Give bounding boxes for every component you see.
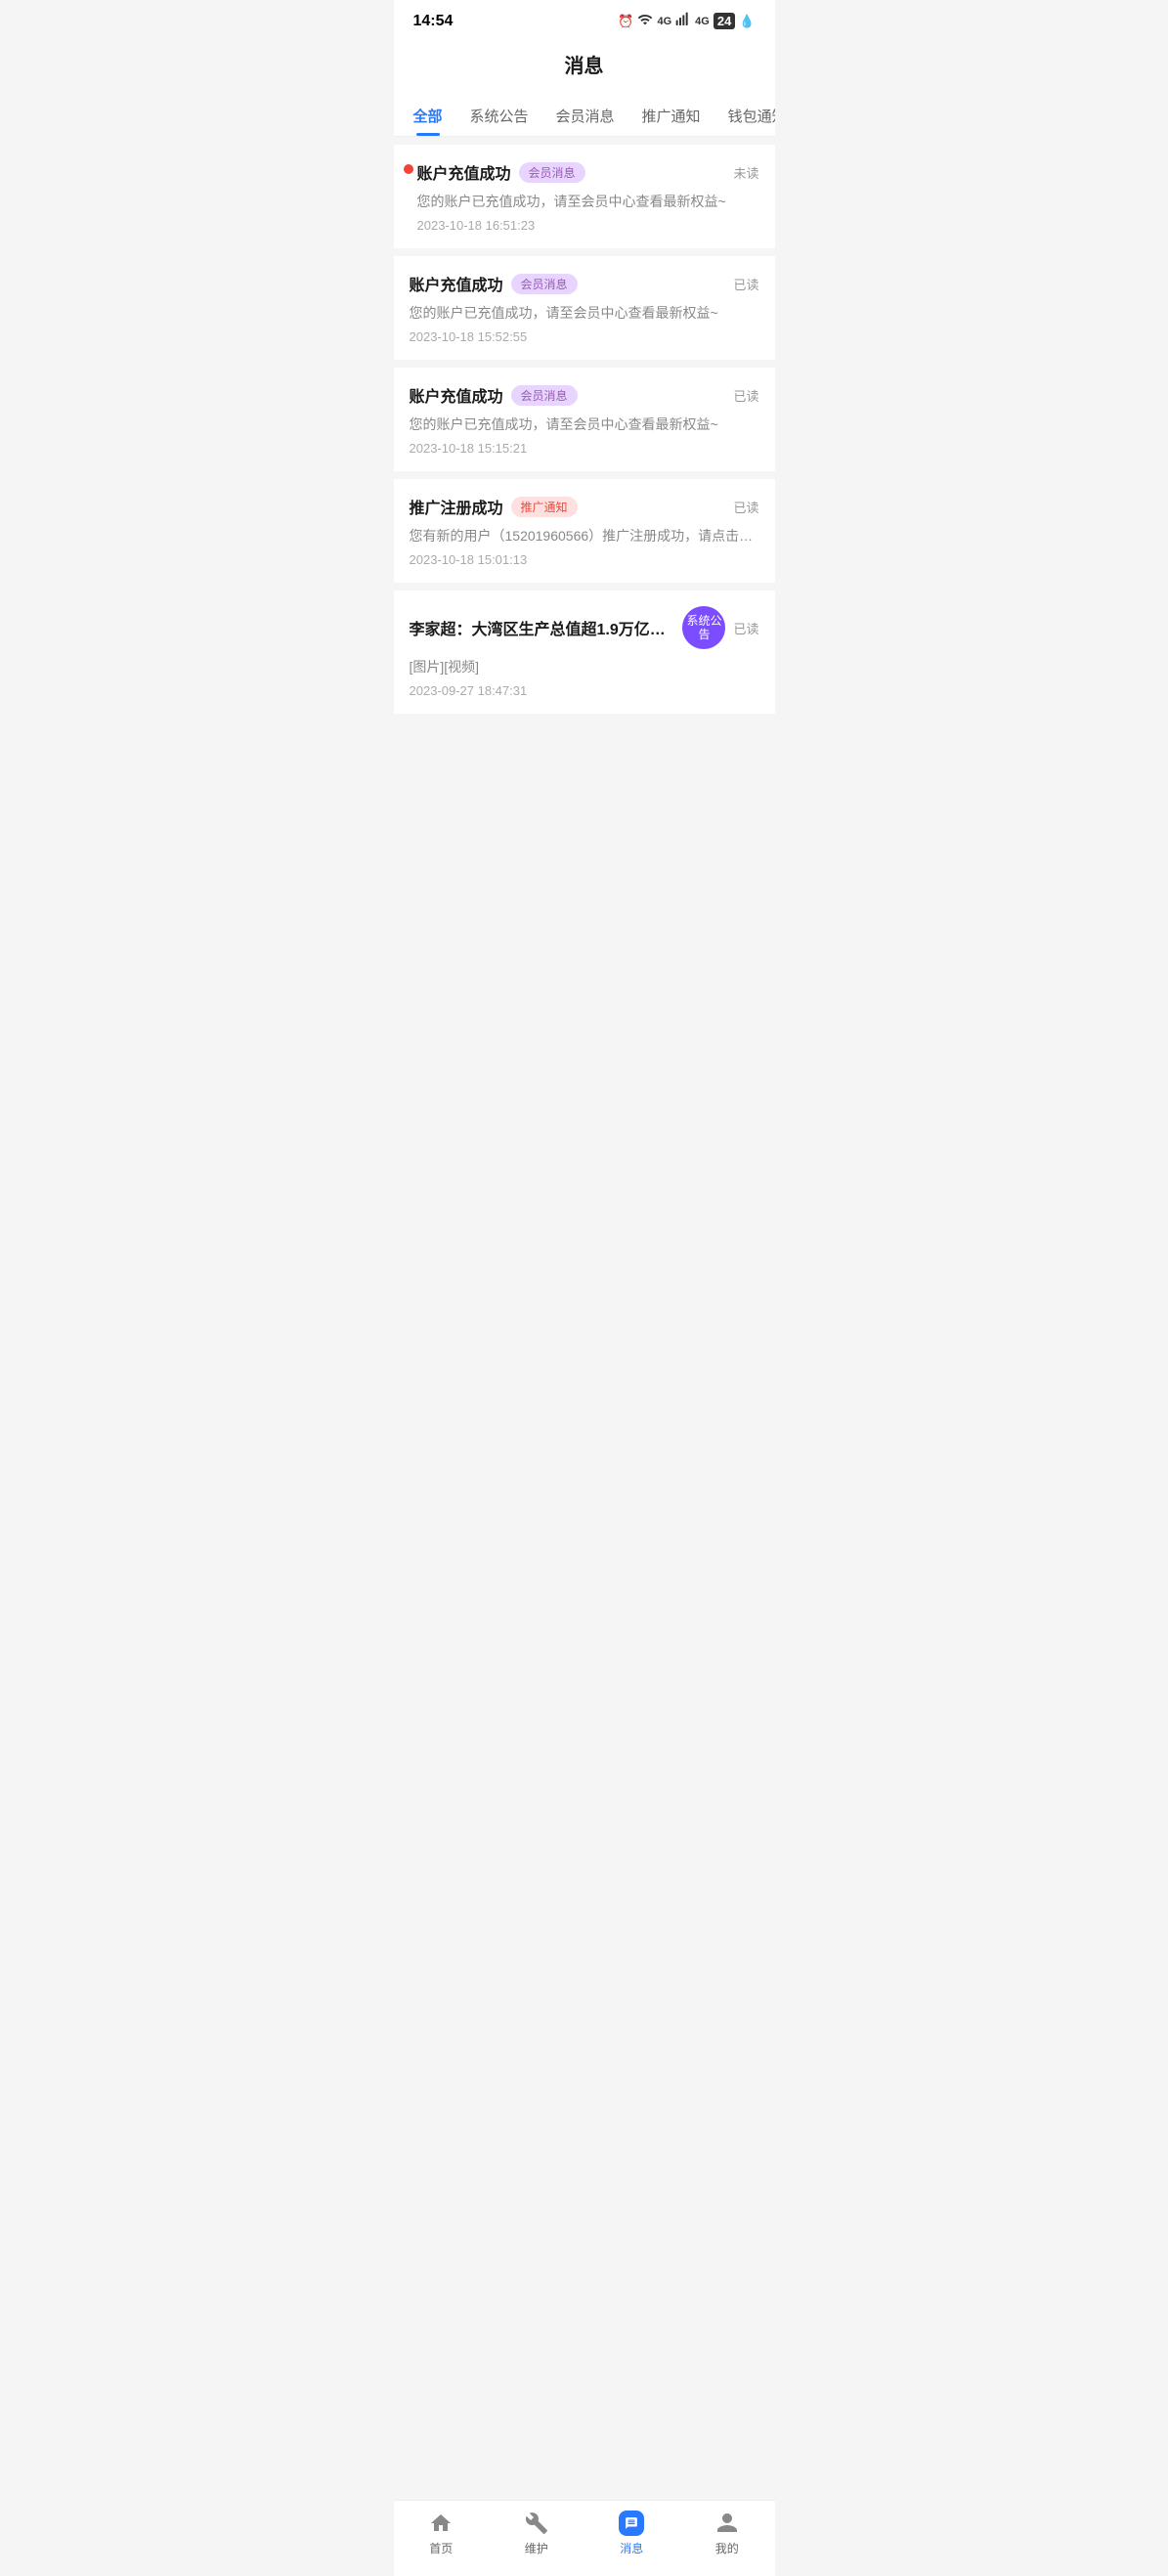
message-time: 2023-10-18 15:01:13 bbox=[410, 552, 759, 567]
home-icon bbox=[428, 2511, 454, 2536]
nav-mine-label: 我的 bbox=[715, 2540, 739, 2556]
message-time: 2023-09-27 18:47:31 bbox=[410, 683, 759, 698]
nav-message-label: 消息 bbox=[620, 2540, 643, 2556]
drop-icon: 💧 bbox=[739, 14, 755, 29]
message-list: 账户充值成功 会员消息 未读 您的账户已充值成功，请至会员中心查看最新权益~ 2… bbox=[394, 145, 775, 714]
read-status: 未读 bbox=[733, 163, 758, 182]
message-title-row: 账户充值成功 会员消息 bbox=[410, 272, 734, 295]
message-title: 账户充值成功 bbox=[410, 383, 503, 407]
message-header: 推广注册成功 推广通知 已读 bbox=[410, 495, 759, 518]
unread-dot bbox=[404, 164, 413, 174]
message-time: 2023-10-18 15:15:21 bbox=[410, 441, 759, 456]
signal-4g-1: 4G bbox=[657, 16, 671, 27]
message-title: 账户充值成功 bbox=[410, 272, 503, 295]
status-icons: ⏰ 4G 4G 24 💧 bbox=[618, 12, 755, 30]
signal-bars bbox=[675, 12, 691, 30]
read-status: 已读 bbox=[733, 498, 758, 516]
message-title-row: 账户充值成功 会员消息 bbox=[410, 383, 734, 407]
user-icon bbox=[714, 2511, 740, 2536]
status-bar: 14:54 ⏰ 4G 4G 24 💧 bbox=[394, 0, 775, 38]
nav-mine[interactable]: 我的 bbox=[698, 2511, 757, 2556]
alarm-icon: ⏰ bbox=[618, 14, 633, 29]
nav-maintenance[interactable]: 维护 bbox=[507, 2511, 566, 2556]
message-item[interactable]: 账户充值成功 会员消息 已读 您的账户已充值成功，请至会员中心查看最新权益~ 2… bbox=[394, 368, 775, 471]
message-body: 您的账户已充值成功，请至会员中心查看最新权益~ bbox=[417, 192, 759, 212]
tab-promo[interactable]: 推广通知 bbox=[638, 94, 705, 136]
message-tag: 会员消息 bbox=[511, 274, 578, 294]
battery-indicator: 24 bbox=[714, 13, 735, 29]
message-time: 2023-10-18 15:52:55 bbox=[410, 329, 759, 344]
message-title: 李家超：大湾区生产总值超1.9万亿… bbox=[410, 616, 666, 639]
message-header: 账户充值成功 会员消息 已读 bbox=[410, 272, 759, 295]
signal-4g-2: 4G bbox=[695, 16, 710, 27]
message-title-row: 推广注册成功 推广通知 bbox=[410, 495, 734, 518]
tab-member[interactable]: 会员消息 bbox=[552, 94, 619, 136]
message-header: 账户充值成功 会员消息 未读 bbox=[417, 160, 759, 184]
system-tag: 系统公告 bbox=[682, 606, 725, 649]
message-body: [图片][视频] bbox=[410, 657, 759, 677]
message-title: 推广注册成功 bbox=[410, 495, 503, 518]
read-status: 已读 bbox=[733, 619, 758, 637]
message-item[interactable]: 账户充值成功 会员消息 未读 您的账户已充值成功，请至会员中心查看最新权益~ 2… bbox=[394, 145, 775, 248]
message-tag: 会员消息 bbox=[519, 162, 585, 183]
message-header: 账户充值成功 会员消息 已读 bbox=[410, 383, 759, 407]
tab-system[interactable]: 系统公告 bbox=[466, 94, 533, 136]
wrench-icon bbox=[524, 2511, 549, 2536]
nav-message[interactable]: 消息 bbox=[602, 2511, 661, 2556]
tab-all[interactable]: 全部 bbox=[410, 94, 447, 136]
bottom-navigation: 首页 维护 消息 我的 bbox=[394, 2500, 775, 2576]
read-status: 已读 bbox=[733, 386, 758, 405]
message-tag: 会员消息 bbox=[511, 385, 578, 406]
message-item[interactable]: 账户充值成功 会员消息 已读 您的账户已充值成功，请至会员中心查看最新权益~ 2… bbox=[394, 256, 775, 360]
wifi-icon bbox=[637, 12, 653, 30]
message-title-row: 账户充值成功 会员消息 bbox=[417, 160, 734, 184]
message-body: 您的账户已充值成功，请至会员中心查看最新权益~ bbox=[410, 415, 759, 435]
message-tag: 推广通知 bbox=[511, 497, 578, 517]
message-title: 账户充值成功 bbox=[417, 160, 511, 184]
sys-title-row: 李家超：大湾区生产总值超1.9万亿… 系统公告 已读 bbox=[410, 606, 759, 649]
page-header: 消息 bbox=[394, 38, 775, 94]
sys-message-header: 李家超：大湾区生产总值超1.9万亿… 系统公告 已读 [图片][视频] 2023… bbox=[410, 606, 759, 698]
tab-wallet[interactable]: 钱包通知 bbox=[724, 94, 775, 136]
read-status: 已读 bbox=[733, 275, 758, 293]
message-body: 您的账户已充值成功，请至会员中心查看最新权益~ bbox=[410, 303, 759, 324]
nav-maintenance-label: 维护 bbox=[525, 2540, 548, 2556]
page-title: 消息 bbox=[394, 50, 775, 78]
message-body: 您有新的用户（15201960566）推广注册成功，请点击… bbox=[410, 526, 759, 546]
sys-content: 李家超：大湾区生产总值超1.9万亿… 系统公告 已读 [图片][视频] 2023… bbox=[410, 606, 759, 698]
message-time: 2023-10-18 16:51:23 bbox=[417, 218, 759, 233]
status-time: 14:54 bbox=[413, 13, 454, 30]
message-item[interactable]: 推广注册成功 推广通知 已读 您有新的用户（15201960566）推广注册成功… bbox=[394, 479, 775, 583]
nav-home[interactable]: 首页 bbox=[411, 2511, 470, 2556]
nav-home-label: 首页 bbox=[429, 2540, 453, 2556]
tab-navigation: 全部 系统公告 会员消息 推广通知 钱包通知 bbox=[394, 94, 775, 137]
message-icon bbox=[619, 2511, 644, 2536]
message-item[interactable]: 李家超：大湾区生产总值超1.9万亿… 系统公告 已读 [图片][视频] 2023… bbox=[394, 590, 775, 714]
